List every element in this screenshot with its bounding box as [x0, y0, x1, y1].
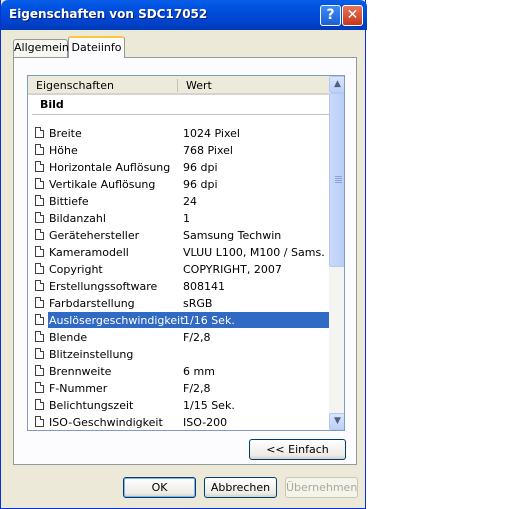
property-value: COPYRIGHT, 2007	[183, 263, 282, 276]
scroll-thumb[interactable]	[329, 93, 344, 267]
list-row[interactable]: Gerätehersteller Samsung Techwin	[28, 227, 329, 244]
property-value: 24	[183, 195, 197, 208]
property-name: Belichtungszeit	[49, 399, 134, 412]
document-icon	[35, 416, 44, 427]
list-header: Eigenschaften Wert	[28, 76, 329, 95]
grip-line	[335, 182, 342, 183]
tab-allgemein[interactable]: Allgemein	[13, 39, 69, 57]
list-row[interactable]: F-Nummer F/2,8	[28, 380, 329, 397]
property-value: 768 Pixel	[183, 144, 233, 157]
list-row[interactable]: Bittiefe 24	[28, 193, 329, 210]
property-name: Bittiefe	[49, 195, 89, 208]
document-icon	[35, 144, 44, 155]
document-icon	[35, 348, 44, 359]
document-icon	[35, 399, 44, 410]
property-name: Bildanzahl	[49, 212, 106, 225]
property-value: 96 dpi	[183, 161, 218, 174]
close-button[interactable]: ✕	[342, 5, 363, 26]
vertical-scrollbar[interactable]: ▲ ▼	[329, 76, 344, 430]
property-value: Samsung Techwin	[183, 229, 282, 242]
document-icon	[35, 263, 44, 274]
property-name: Farbdarstellung	[49, 297, 135, 310]
column-header-value[interactable]: Wert	[186, 79, 212, 92]
property-value: 808141	[183, 280, 225, 293]
document-icon	[35, 178, 44, 189]
property-value: VLUU L100, M100 / Sams…	[183, 246, 325, 259]
list-row[interactable]: Auslösergeschwindigkeit 1/16 Sek.	[28, 312, 329, 329]
column-separator[interactable]	[177, 79, 178, 92]
grip-line	[335, 176, 342, 177]
properties-window: Eigenschaften von SDC17052 ? ✕ Allgemein…	[0, 0, 367, 509]
property-value: 1/16 Sek.	[183, 314, 235, 327]
scroll-up-icon[interactable]: ▲	[329, 76, 344, 93]
property-value: 6 mm	[183, 365, 215, 378]
cancel-button[interactable]: Abbrechen	[204, 477, 277, 498]
document-icon	[35, 331, 44, 342]
property-name: F-Nummer	[49, 382, 108, 395]
grip-line	[335, 180, 342, 181]
list-row[interactable]: Blende F/2,8	[28, 329, 329, 346]
property-name: Erstellungssoftware	[49, 280, 158, 293]
list-row[interactable]: Blitzeinstellung	[28, 346, 329, 363]
document-icon	[35, 127, 44, 138]
list-row[interactable]: Bildanzahl 1	[28, 210, 329, 227]
document-icon	[35, 297, 44, 308]
help-button[interactable]: ?	[320, 5, 341, 26]
tab-dateiinfo[interactable]: Dateiinfo	[68, 36, 125, 58]
list-row[interactable]: Höhe 768 Pixel	[28, 142, 329, 159]
property-value: ISO-200	[183, 416, 228, 429]
document-icon	[35, 280, 44, 291]
list-row[interactable]: Kameramodell VLUU L100, M100 / Sams…	[28, 244, 329, 261]
document-icon	[35, 195, 44, 206]
property-value: F/2,8	[183, 382, 211, 395]
list-row[interactable]: Breite 1024 Pixel	[28, 125, 329, 142]
property-value: 1024 Pixel	[183, 127, 240, 140]
apply-button[interactable]: Übernehmen	[285, 477, 358, 498]
ok-button[interactable]: OK	[123, 477, 196, 498]
window-title: Eigenschaften von SDC17052	[9, 7, 208, 21]
list-row[interactable]: Brennweite 6 mm	[28, 363, 329, 380]
property-name: Brennweite	[49, 365, 112, 378]
properties-list[interactable]: Eigenschaften Wert Bild Breite 1024 Pixel…	[27, 75, 345, 431]
property-value: 1/15 Sek.	[183, 399, 235, 412]
document-icon	[35, 161, 44, 172]
document-icon	[35, 314, 44, 325]
column-header-properties[interactable]: Eigenschaften	[36, 79, 114, 92]
property-name: Auslösergeschwindigkeit	[49, 314, 185, 327]
scroll-down-icon[interactable]: ▼	[329, 413, 344, 430]
simple-view-button[interactable]: << Einfach	[249, 439, 346, 460]
property-value: F/2,8	[183, 331, 211, 344]
document-icon	[35, 382, 44, 393]
property-name: Kameramodell	[49, 246, 129, 259]
list-row[interactable]: Erstellungssoftware 808141	[28, 278, 329, 295]
list-row[interactable]: Vertikale Auflösung 96 dpi	[28, 176, 329, 193]
list-row[interactable]: Copyright COPYRIGHT, 2007	[28, 261, 329, 278]
list-row[interactable]: Horizontale Auflösung 96 dpi	[28, 159, 329, 176]
section-heading: Bild	[40, 98, 64, 111]
document-icon	[35, 246, 44, 257]
list-row[interactable]: Farbdarstellung sRGB	[28, 295, 329, 312]
property-name: Blende	[49, 331, 88, 344]
property-name: Vertikale Auflösung	[49, 178, 156, 191]
property-name: Copyright	[49, 263, 103, 276]
grip-line	[335, 178, 342, 179]
property-value: sRGB	[183, 297, 213, 310]
list-row[interactable]: ISO-Geschwindigkeit ISO-200	[28, 414, 329, 430]
list-row[interactable]: Belichtungszeit 1/15 Sek.	[28, 397, 329, 414]
property-name: Gerätehersteller	[49, 229, 140, 242]
property-name: Breite	[49, 127, 82, 140]
document-icon	[35, 229, 44, 240]
property-name: ISO-Geschwindigkeit	[49, 416, 163, 429]
property-name: Blitzeinstellung	[49, 348, 134, 361]
property-value: 96 dpi	[183, 178, 218, 191]
property-value: 1	[183, 212, 190, 225]
document-icon	[35, 212, 44, 223]
section-divider	[32, 114, 329, 115]
property-name: Horizontale Auflösung	[49, 161, 171, 174]
property-name: Höhe	[49, 144, 78, 157]
title-bar[interactable]: Eigenschaften von SDC17052 ? ✕	[1, 0, 367, 30]
document-icon	[35, 365, 44, 376]
